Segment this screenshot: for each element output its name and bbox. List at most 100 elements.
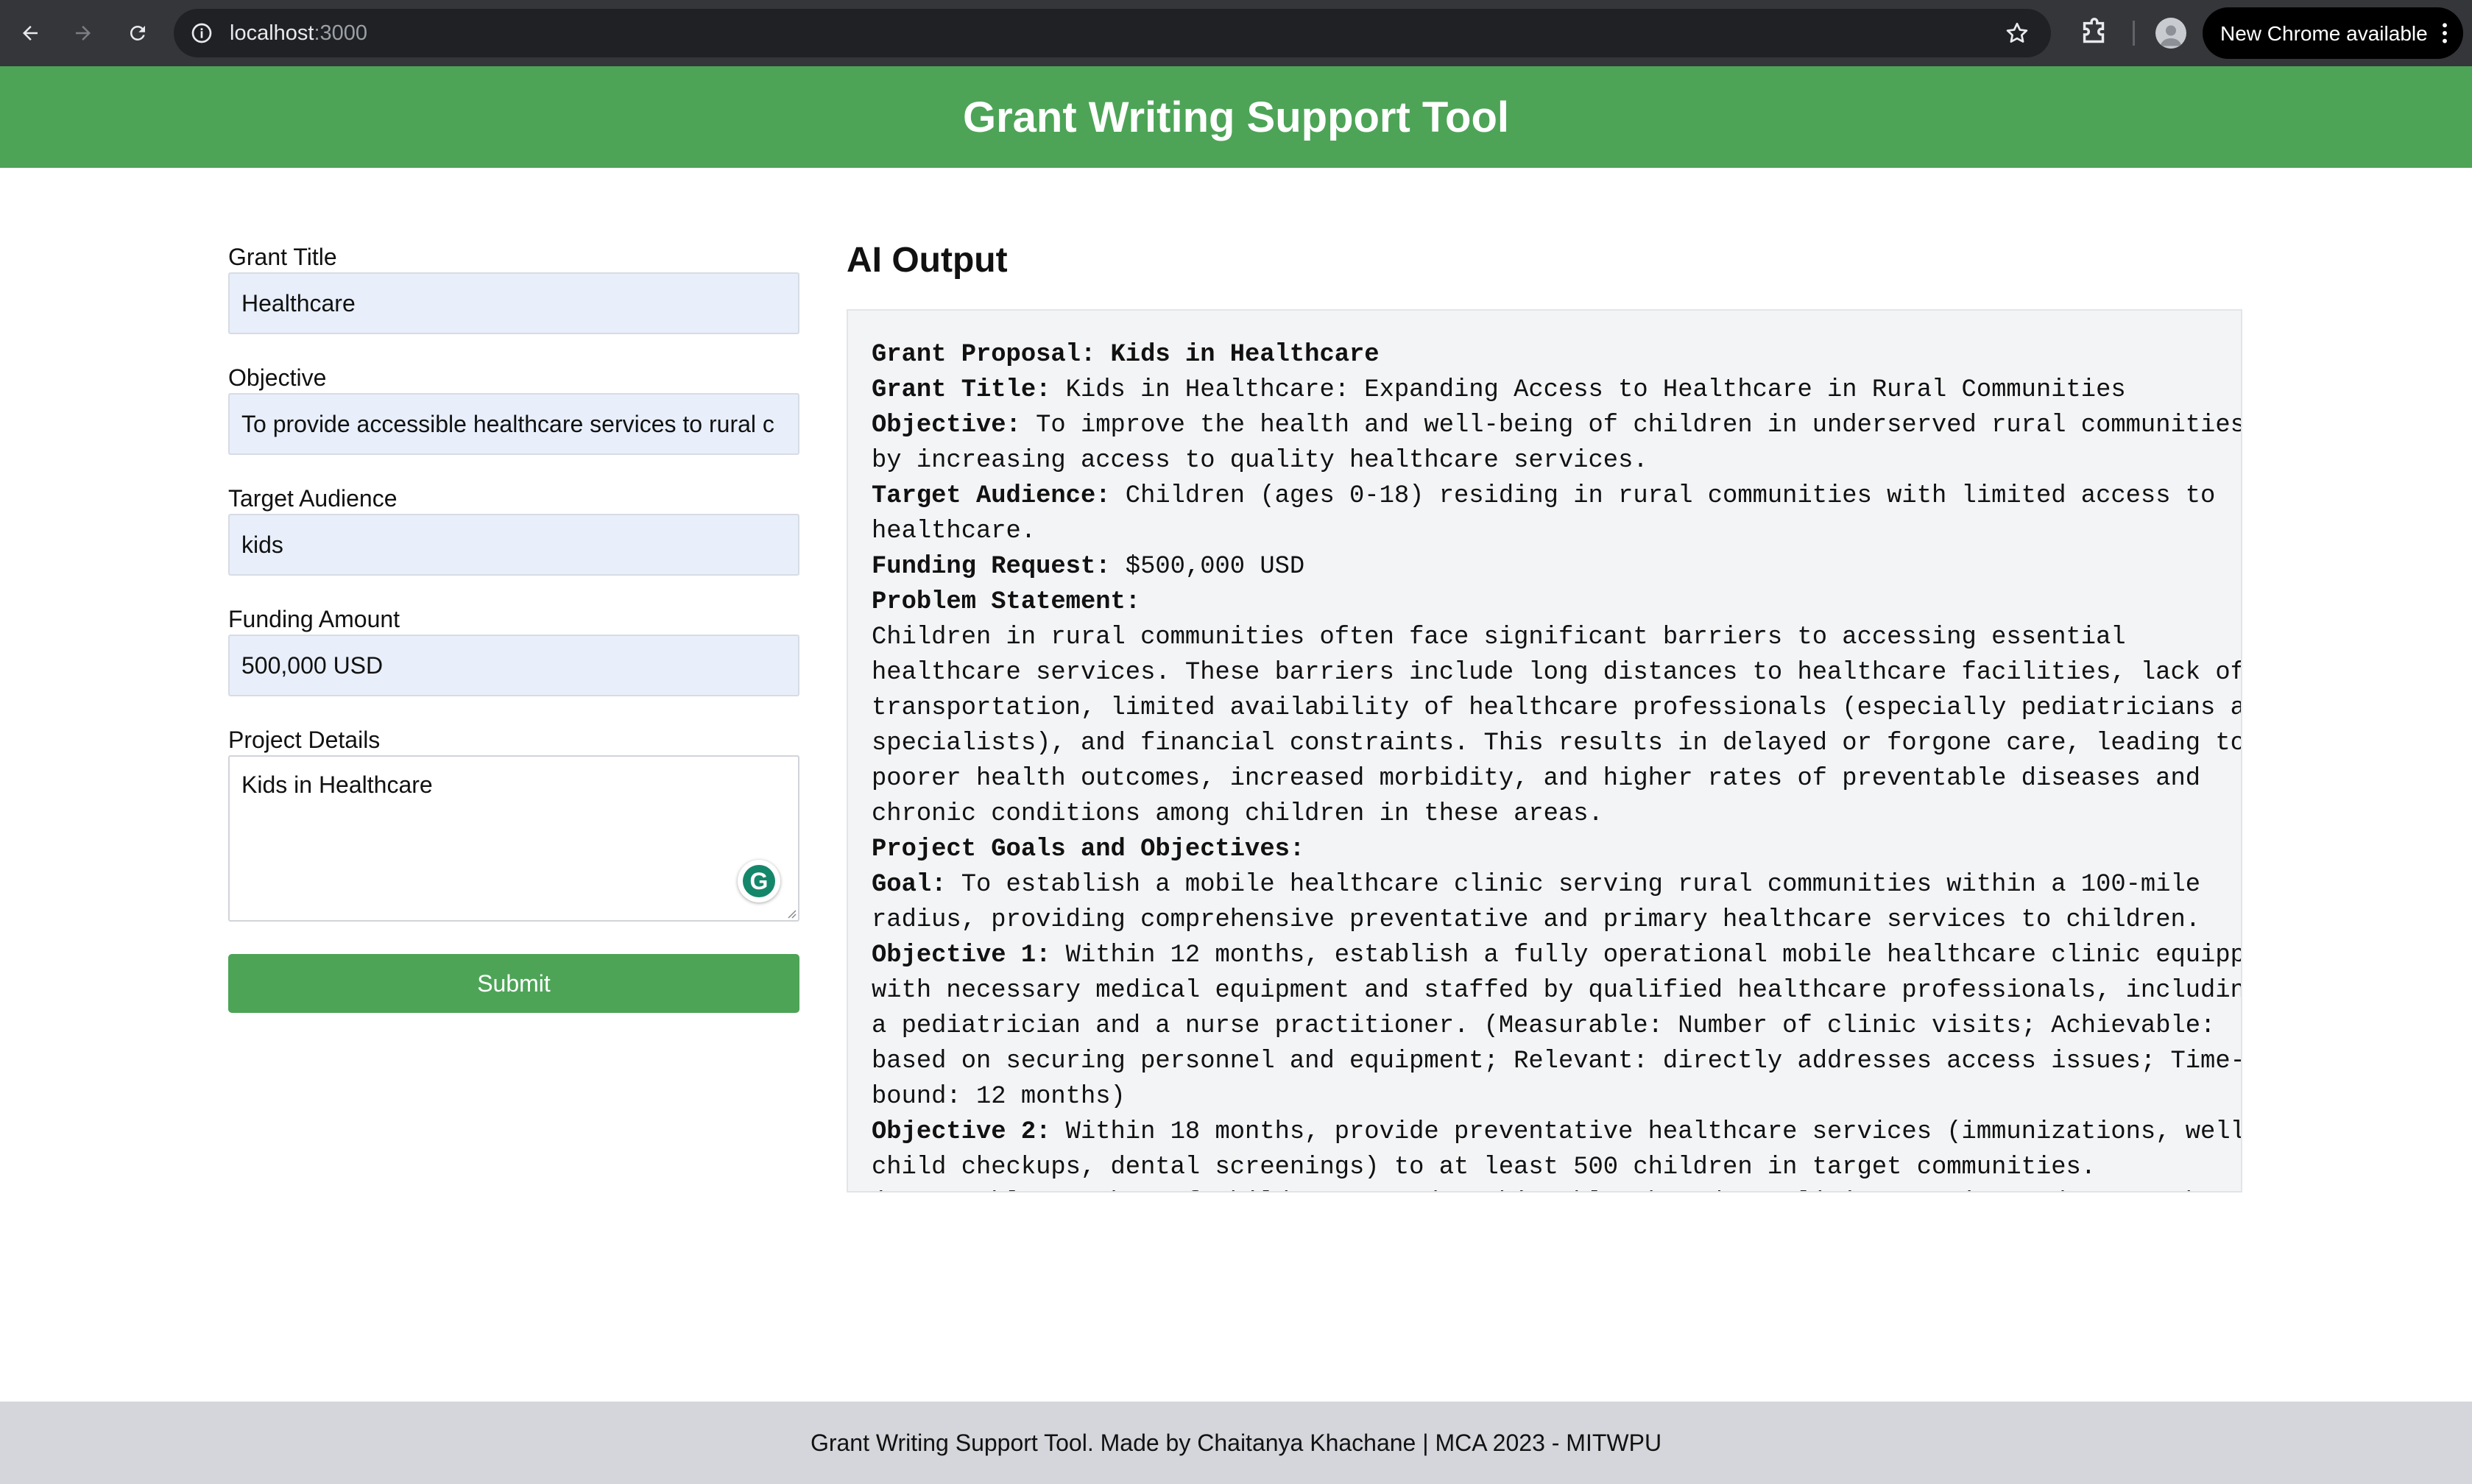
output-line-text: transportation, limited availability of … <box>872 694 2242 722</box>
forward-arrow-icon <box>76 26 91 40</box>
output-line-text: child checkups, dental screenings) to at… <box>872 1153 2097 1181</box>
url-host: localhost <box>230 21 314 45</box>
output-line-text: based on securing personnel and equipmen… <box>872 1047 2242 1075</box>
resize-handle-icon[interactable] <box>785 907 797 919</box>
output-line: by increasing access to quality healthca… <box>872 443 2217 478</box>
output-line-heading: Objective 2: <box>872 1118 1051 1146</box>
output-line: healthcare. <box>872 514 2217 549</box>
output-line: Project Goals and Objectives: <box>872 832 2217 867</box>
profile-icon <box>2161 25 2181 46</box>
output-line-text: by increasing access to quality healthca… <box>872 447 1648 475</box>
output-line-text: Children (ages 0-18) residing in rural c… <box>1110 482 2216 510</box>
output-line: Grant Proposal: Kids in Healthcare <box>872 337 2217 372</box>
output-line: Objective: To improve the health and wel… <box>872 408 2241 443</box>
output-line: Funding Request: $500,000 USD <box>872 549 2217 584</box>
target-audience-input[interactable]: kids <box>228 514 799 576</box>
output-line: Objective 1: Within 12 months, establish… <box>872 938 2241 973</box>
toolbar-separator <box>2133 21 2135 46</box>
reload-icon <box>130 25 145 40</box>
output-line-heading: Funding Request: <box>872 553 1111 581</box>
output-line: (Measurable: Number of children served; … <box>872 1185 2217 1191</box>
output-line: chronic conditions among children in the… <box>872 796 2217 832</box>
output-line: based on securing personnel and equipmen… <box>872 1044 2241 1079</box>
grant-title-label: Grant Title <box>228 244 337 270</box>
output-line: Children in rural communities often face… <box>872 620 2217 655</box>
more-options-icon <box>2443 23 2447 43</box>
output-line: transportation, limited availability of … <box>872 690 2241 726</box>
output-line: poorer health outcomes, increased morbid… <box>872 761 2217 796</box>
output-line-text: a pediatrician and a nurse practitioner.… <box>872 1012 2216 1040</box>
output-line-text: radius, providing comprehensive preventa… <box>872 906 2201 934</box>
output-line: child checkups, dental screenings) to at… <box>872 1150 2217 1185</box>
page-footer: Grant Writing Support Tool. Made by Chai… <box>0 1402 2472 1484</box>
funding-amount-label: Funding Amount <box>228 606 400 632</box>
objective-input[interactable]: To provide accessible healthcare service… <box>228 393 799 455</box>
output-line-text: To establish a mobile healthcare clinic … <box>946 871 2201 899</box>
submit-button[interactable]: Submit <box>228 954 799 1013</box>
project-details-label: Project Details <box>228 727 381 753</box>
ai-output-panel[interactable]: Grant Proposal: Kids in Healthcare Grant … <box>847 309 2242 1192</box>
output-line-text: Within 18 months, provide preventative h… <box>1050 1118 2242 1146</box>
forward-button[interactable] <box>66 16 100 50</box>
output-line-text: chronic conditions among children in the… <box>872 800 1603 828</box>
output-line-text: Kids in Healthcare: Expanding Access to … <box>1050 376 2126 404</box>
output-line: with necessary medical equipment and sta… <box>872 973 2241 1008</box>
chrome-update-label: New Chrome available <box>2220 22 2428 45</box>
output-line-text: specialists), and financial constraints.… <box>872 729 2242 757</box>
address-bar[interactable]: localhost:3000 <box>174 9 2051 57</box>
back-arrow-icon <box>23 26 38 40</box>
output-line-heading: Objective: <box>872 411 1021 439</box>
output-line: Target Audience: Children (ages 0-18) re… <box>872 478 2217 514</box>
output-line-heading: Objective 1: <box>872 941 1051 969</box>
grammarly-icon: G <box>743 865 775 897</box>
output-line-text: with necessary medical equipment and sta… <box>872 977 2242 1005</box>
url-port: :3000 <box>314 21 368 45</box>
output-line: Goal: To establish a mobile healthcare c… <box>872 867 2217 902</box>
footer-text: Grant Writing Support Tool. Made by Chai… <box>810 1429 1662 1456</box>
output-line-text: To improve the health and well-being of … <box>1020 411 2242 439</box>
output-line: Grant Title: Kids in Healthcare: Expandi… <box>872 372 2217 408</box>
output-title: AI Output <box>847 241 1008 280</box>
output-line: radius, providing comprehensive preventa… <box>872 902 2217 938</box>
output-line-heading: Grant Title: <box>872 376 1051 404</box>
output-line-heading: Goal: <box>872 871 947 899</box>
output-line: Problem Statement: <box>872 584 2217 620</box>
bookmark-star-icon[interactable] <box>2004 20 2030 46</box>
browser-toolbar: localhost:3000 New Chrome available <box>0 0 2472 66</box>
output-line: Objective 2: Within 18 months, provide p… <box>872 1114 2241 1150</box>
output-line-text: healthcare. <box>872 517 1037 545</box>
app-header: Grant Writing Support Tool <box>0 66 2472 168</box>
output-line-heading: Project Goals and Objectives: <box>872 835 1305 863</box>
url-text: localhost:3000 <box>230 21 367 46</box>
output-line-heading: Grant Proposal: Kids in Healthcare <box>872 341 1380 369</box>
page-title: Grant Writing Support Tool <box>962 93 1510 141</box>
objective-label: Objective <box>228 364 327 391</box>
grant-form: Grant Title Healthcare Objective To prov… <box>228 241 799 1013</box>
output-line-text: poorer health outcomes, increased morbid… <box>872 765 2201 793</box>
output-line-text: $500,000 USD <box>1110 553 1305 581</box>
chrome-update-button[interactable]: New Chrome available <box>2203 7 2463 59</box>
output-line: healthcare services. These barriers incl… <box>872 655 2241 690</box>
funding-amount-input[interactable]: 500,000 USD <box>228 635 799 696</box>
output-line: specialists), and financial constraints.… <box>872 726 2241 761</box>
ai-output-text: Grant Proposal: Kids in Healthcare Grant … <box>872 337 2241 1191</box>
grant-title-input[interactable]: Healthcare <box>228 272 799 334</box>
extensions-puzzle-icon[interactable] <box>2077 16 2111 50</box>
output-line: a pediatrician and a nurse practitioner.… <box>872 1008 2217 1044</box>
output-line-heading: Problem Statement: <box>872 588 1141 616</box>
target-audience-label: Target Audience <box>228 485 398 512</box>
profile-avatar[interactable] <box>2155 18 2186 49</box>
site-info-icon[interactable] <box>190 21 213 45</box>
output-line-text: Within 12 months, establish a fully oper… <box>1050 941 2242 969</box>
grammarly-button[interactable]: G <box>738 860 780 902</box>
output-line-heading: Target Audience: <box>872 482 1111 510</box>
back-button[interactable] <box>13 16 47 50</box>
project-details-textarea[interactable]: Kids in Healthcare G <box>228 755 799 922</box>
output-line-text: Children in rural communities often face… <box>872 623 2126 651</box>
output-line-text: bound: 12 months) <box>872 1083 1126 1111</box>
project-details-value: Kids in Healthcare <box>241 771 433 798</box>
reload-button[interactable] <box>121 16 155 50</box>
output-line: bound: 12 months) <box>872 1079 2217 1114</box>
output-line-text: healthcare services. These barriers incl… <box>872 659 2242 687</box>
output-line-text: (Measurable: Number of children served; … <box>872 1189 2215 1191</box>
